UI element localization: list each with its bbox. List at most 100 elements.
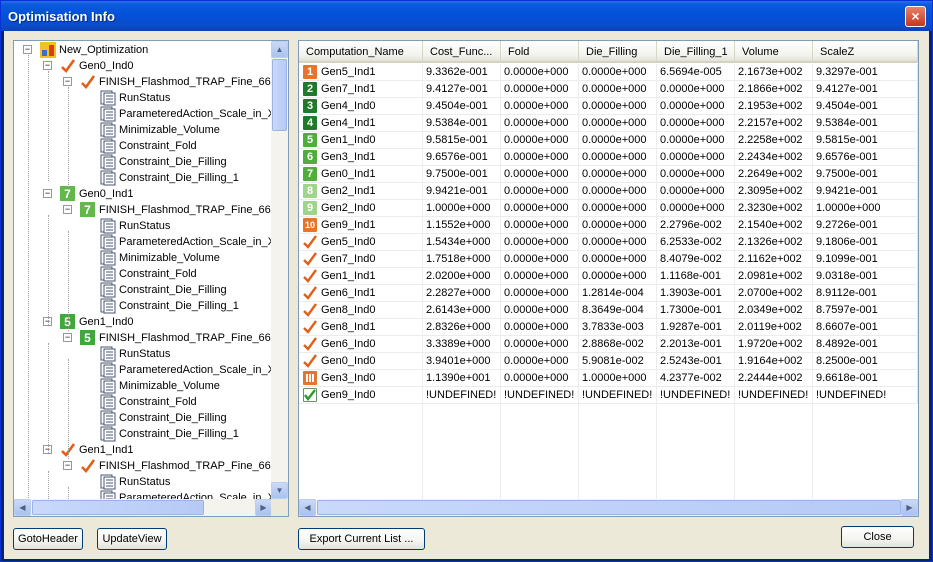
collapse-icon[interactable]: −: [63, 205, 72, 214]
tree-node[interactable]: Constraint_Die_Filling: [14, 154, 272, 170]
tree-node[interactable]: ParameteredAction_Scale_in_XY: [14, 106, 272, 122]
tree-node[interactable]: − Gen0_Ind0: [14, 58, 272, 74]
scroll-left-icon[interactable]: ◀: [299, 499, 316, 516]
scroll-thumb[interactable]: [272, 59, 287, 131]
table-row[interactable]: Gen7_Ind0 1.7518e+000 0.0000e+000 0.0000e+0…: [299, 251, 918, 268]
table-row[interactable]: Gen6_Ind0 3.3389e+000 0.0000e+000 2.8868e-0…: [299, 336, 918, 353]
close-button[interactable]: Close: [841, 526, 914, 548]
tree-node[interactable]: RunStatus: [14, 218, 272, 234]
tree-node[interactable]: ParameteredAction_Scale_in_XY: [14, 234, 272, 250]
grid-line: [422, 64, 423, 499]
scroll-left-icon[interactable]: ◀: [14, 499, 31, 516]
goto-header-button[interactable]: GotoHeader: [13, 528, 83, 550]
collapse-icon[interactable]: −: [43, 61, 52, 70]
table-cell: !UNDEFINED!: [501, 387, 579, 404]
tree-node-label: Minimizable_Volume: [119, 124, 220, 136]
collapse-icon[interactable]: −: [63, 77, 72, 86]
table-row[interactable]: Gen1_Ind1 2.0200e+000 0.0000e+000 0.0000e+0…: [299, 268, 918, 285]
table-row[interactable]: 10 Gen9_Ind1 1.1552e+000 0.0000e+000 0.0000e…: [299, 217, 918, 234]
tree-node[interactable]: − Gen1_Ind1: [14, 442, 272, 458]
column-header[interactable]: Die_Filling_1: [657, 41, 735, 63]
results-table[interactable]: Computation_Name Cost_Func... Fold Die_Fill…: [298, 40, 919, 517]
tree-node[interactable]: − 5 FINISH_Flashmod_TRAP_Fine_66lb_: [14, 330, 272, 346]
scroll-up-icon[interactable]: ▲: [271, 41, 288, 58]
scroll-down-icon[interactable]: ▼: [271, 482, 288, 499]
tree-node-label: RunStatus: [119, 348, 171, 360]
table-cell: 2.1540e+002: [735, 217, 813, 234]
column-header[interactable]: Computation_Name: [299, 41, 423, 63]
scroll-thumb[interactable]: [317, 500, 901, 515]
tree-node-label: Minimizable_Volume: [119, 380, 220, 392]
tree-horizontal-scrollbar[interactable]: ◀ ▶: [14, 499, 272, 516]
table-row[interactable]: 2 Gen7_Ind1 9.4127e-001 0.0000e+000 0.0000e+…: [299, 81, 918, 98]
optimization-tree[interactable]: − New_Optimization − Gen0_Ind0− FINISH_Flash…: [13, 40, 289, 517]
column-header[interactable]: Volume: [735, 41, 813, 63]
table-row[interactable]: 6 Gen3_Ind1 9.6576e-001 0.0000e+000 0.0000e+…: [299, 149, 918, 166]
table-row[interactable]: Gen8_Ind1 2.8326e+000 0.0000e+000 3.7833e-0…: [299, 319, 918, 336]
scroll-right-icon[interactable]: ▶: [901, 499, 918, 516]
table-cell: 9.4504e-001: [813, 98, 918, 115]
column-header[interactable]: Die_Filling: [579, 41, 657, 63]
tree-node-label: Gen0_Ind0: [79, 60, 134, 72]
table-cell: 9.1099e-001: [813, 251, 918, 268]
table-row[interactable]: Gen8_Ind0 2.6143e+000 0.0000e+000 8.3649e-0…: [299, 302, 918, 319]
table-row[interactable]: 4 Gen4_Ind1 9.5384e-001 0.0000e+000 0.0000e+…: [299, 115, 918, 132]
table-row[interactable]: 7 Gen0_Ind1 9.7500e-001 0.0000e+000 0.0000e+…: [299, 166, 918, 183]
tree-node[interactable]: RunStatus: [14, 90, 272, 106]
table-row[interactable]: Gen0_Ind0 3.9401e+000 0.0000e+000 5.9081e-0…: [299, 353, 918, 370]
collapse-icon[interactable]: −: [63, 461, 72, 470]
table-cell: 9.5384e-001: [813, 115, 918, 132]
table-row[interactable]: Gen5_Ind0 1.5434e+000 0.0000e+000 0.0000e+0…: [299, 234, 918, 251]
table-row[interactable]: 3 Gen4_Ind0 9.4504e-001 0.0000e+000 0.0000e+…: [299, 98, 918, 115]
table-row[interactable]: 1 Gen5_Ind1 9.3362e-001 0.0000e+000 0.0000e+…: [299, 64, 918, 81]
title-bar[interactable]: Optimisation Info ×: [1, 1, 932, 31]
tree-node[interactable]: ParameteredAction_Scale_in_XY: [14, 362, 272, 378]
column-header[interactable]: ScaleZ: [813, 41, 918, 63]
table-row[interactable]: Gen6_Ind1 2.2827e+000 0.0000e+000 1.2814e-0…: [299, 285, 918, 302]
tree-node[interactable]: RunStatus: [14, 474, 272, 490]
tree-node[interactable]: Constraint_Fold: [14, 394, 272, 410]
collapse-icon[interactable]: −: [23, 45, 32, 54]
tree-node[interactable]: − 7 Gen0_Ind1: [14, 186, 272, 202]
table-cell: 6.2533e-002: [657, 234, 735, 251]
table-row[interactable]: Gen9_Ind0 !UNDEFINED! !UNDEFINED! !UNDEFINE…: [299, 387, 918, 404]
tree-vertical-scrollbar[interactable]: ▲ ▼: [271, 41, 288, 499]
tree-node[interactable]: Minimizable_Volume: [14, 378, 272, 394]
table-cell: 2.6143e+000: [423, 302, 501, 319]
collapse-icon[interactable]: −: [63, 333, 72, 342]
tree-node[interactable]: Minimizable_Volume: [14, 250, 272, 266]
document-icon: [100, 170, 116, 186]
scroll-right-icon[interactable]: ▶: [255, 499, 272, 516]
tree-node[interactable]: RunStatus: [14, 346, 272, 362]
tree-rows: − New_Optimization − Gen0_Ind0− FINISH_Flash…: [14, 41, 272, 499]
tree-node[interactable]: ParameteredAction_Scale_in_XY: [14, 490, 272, 499]
tree-root[interactable]: − New_Optimization: [14, 42, 272, 58]
computation-name: Gen0_Ind0: [321, 355, 376, 367]
tree-node[interactable]: Constraint_Die_Filling_1: [14, 426, 272, 442]
column-header[interactable]: Cost_Func...: [423, 41, 501, 63]
tree-node[interactable]: Constraint_Fold: [14, 138, 272, 154]
collapse-icon[interactable]: −: [43, 189, 52, 198]
tree-node[interactable]: −5 Gen1_Ind0: [14, 314, 272, 330]
table-cell: 0.0000e+000: [579, 234, 657, 251]
column-header[interactable]: Fold: [501, 41, 579, 63]
tree-node[interactable]: − FINISH_Flashmod_TRAP_Fine_66lb_: [14, 458, 272, 474]
tree-node[interactable]: − 7 FINISH_Flashmod_TRAP_Fine_66lb_: [14, 202, 272, 218]
tree-node[interactable]: Constraint_Die_Filling_1: [14, 170, 272, 186]
table-row[interactable]: 8 Gen2_Ind1 9.9421e-001 0.0000e+000 0.0000e+…: [299, 183, 918, 200]
table-horizontal-scrollbar[interactable]: ◀ ▶: [299, 499, 918, 516]
tree-node[interactable]: Constraint_Die_Filling_1: [14, 298, 272, 314]
tree-node[interactable]: Minimizable_Volume: [14, 122, 272, 138]
table-row[interactable]: 9 Gen2_Ind0 1.0000e+000 0.0000e+000 0.0000e+…: [299, 200, 918, 217]
export-current-list-button[interactable]: Export Current List ...: [298, 528, 425, 550]
update-view-button[interactable]: UpdateView: [97, 528, 167, 550]
scroll-thumb[interactable]: [32, 500, 204, 515]
tree-node[interactable]: Constraint_Fold: [14, 266, 272, 282]
table-row[interactable]: Gen3_Ind0 1.1390e+001 0.0000e+000 1.0000e+0…: [299, 370, 918, 387]
table-row[interactable]: 5 Gen1_Ind0 9.5815e-001 0.0000e+000 0.0000e+…: [299, 132, 918, 149]
tree-node[interactable]: Constraint_Die_Filling: [14, 282, 272, 298]
tree-node[interactable]: − FINISH_Flashmod_TRAP_Fine_66lb_: [14, 74, 272, 90]
tree-node[interactable]: Constraint_Die_Filling: [14, 410, 272, 426]
table-cell: 5.9081e-002: [579, 353, 657, 370]
close-icon[interactable]: ×: [905, 6, 926, 27]
